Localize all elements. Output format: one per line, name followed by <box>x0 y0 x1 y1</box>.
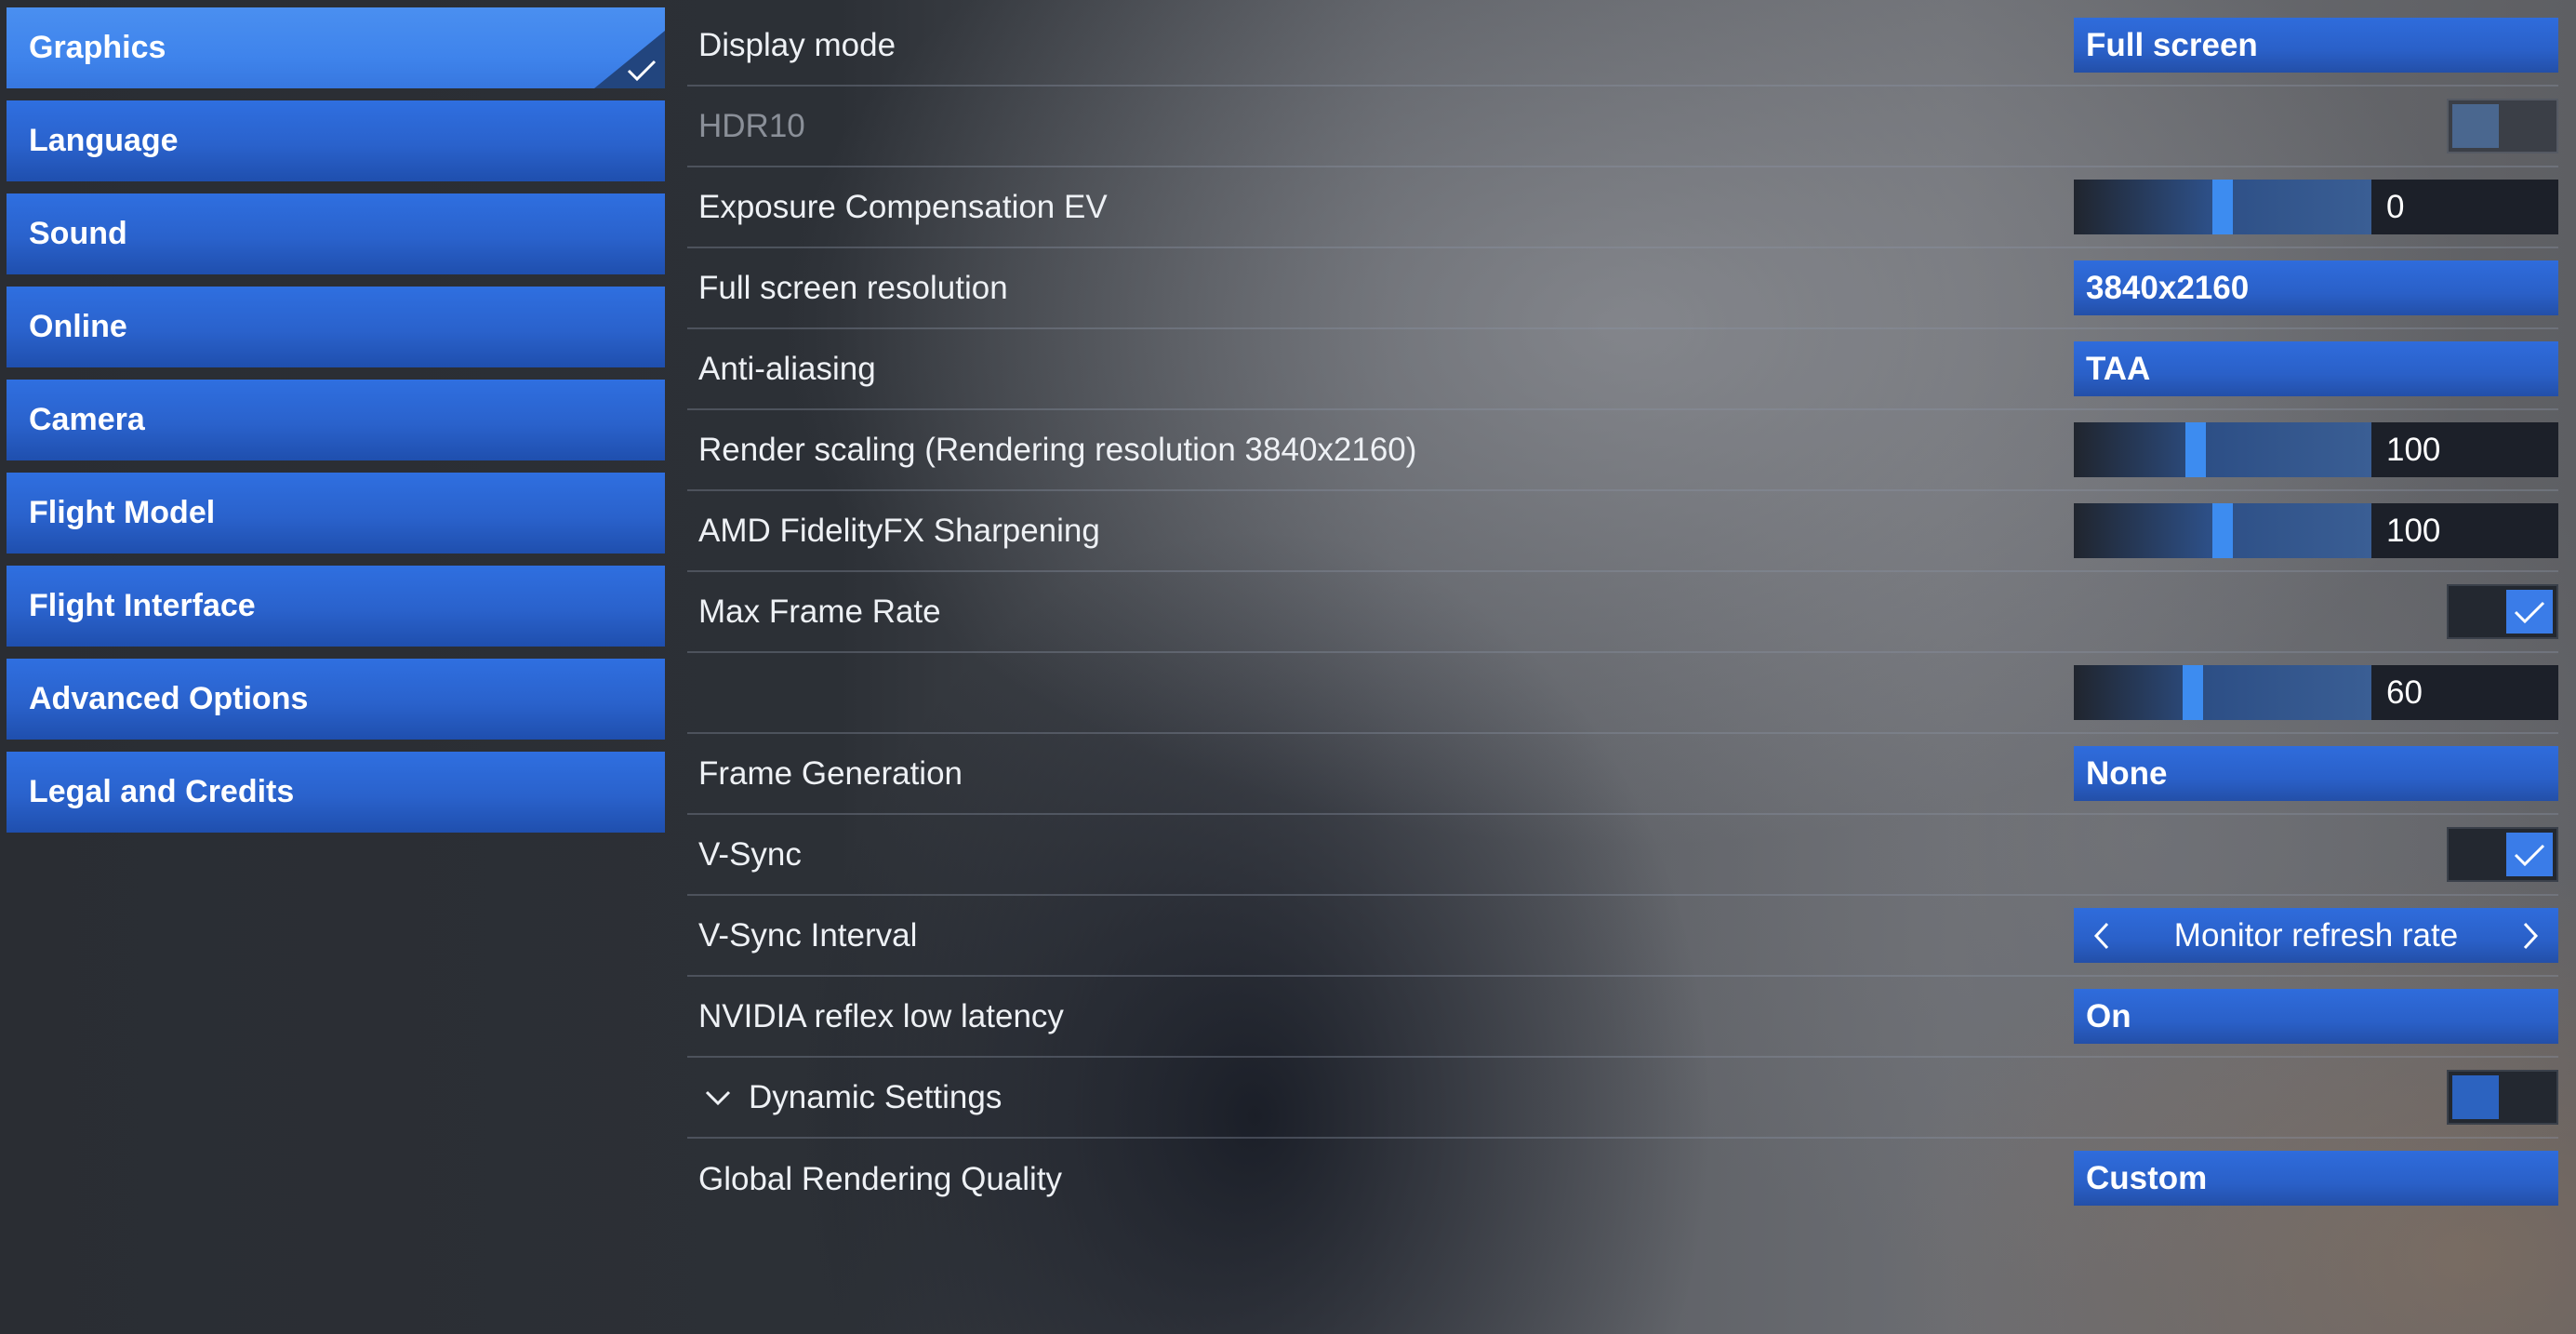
slider-track[interactable] <box>2074 180 2371 234</box>
slider-track[interactable] <box>2074 665 2371 720</box>
graphics-settings-list: Display mode Full screen HDR10 Exposure … <box>687 6 2558 1220</box>
toggle-knob <box>2506 833 2553 876</box>
setting-label: V-Sync Interval <box>698 916 918 954</box>
setting-label: Display mode <box>698 26 896 63</box>
slider-thumb[interactable] <box>2212 503 2233 558</box>
toggle-knob <box>2452 104 2499 148</box>
vsync-checkbox[interactable] <box>2447 827 2558 882</box>
setting-row-display-mode: Display mode Full screen <box>687 6 2558 87</box>
slider-thumb[interactable] <box>2212 180 2233 234</box>
toggle-knob <box>2506 590 2553 634</box>
sidebar-item-online[interactable]: Online <box>7 287 665 367</box>
sidebar-item-flight-model[interactable]: Flight Model <box>7 473 665 554</box>
sidebar-item-label: Legal and Credits <box>29 774 295 809</box>
setting-row-resolution: Full screen resolution 3840x2160 <box>687 248 2558 329</box>
sidebar-item-label: Sound <box>29 216 127 251</box>
select-value: 3840x2160 <box>2086 269 2250 306</box>
setting-row-reflex: NVIDIA reflex low latency On <box>687 977 2558 1058</box>
setting-label: HDR10 <box>698 107 805 144</box>
sidebar-item-advanced-options[interactable]: Advanced Options <box>7 659 665 740</box>
setting-label: Global Rendering Quality <box>698 1160 1063 1197</box>
sidebar-item-sound[interactable]: Sound <box>7 193 665 274</box>
reflex-select[interactable]: On <box>2074 989 2558 1044</box>
checkmark-icon <box>627 60 657 82</box>
anti-aliasing-select[interactable]: TAA <box>2074 341 2558 396</box>
display-mode-select[interactable]: Full screen <box>2074 18 2558 73</box>
sidebar-item-label: Online <box>29 309 127 344</box>
sidebar-item-flight-interface[interactable]: Flight Interface <box>7 566 665 647</box>
setting-label: Anti-aliasing <box>698 350 876 387</box>
sidebar-item-camera[interactable]: Camera <box>7 380 665 460</box>
setting-label: AMD FidelityFX Sharpening <box>698 512 1100 549</box>
setting-row-frame-generation: Frame Generation None <box>687 734 2558 815</box>
setting-label: Max Frame Rate <box>698 593 941 630</box>
sidebar-item-label: Flight Model <box>29 495 216 530</box>
stepper-value: Monitor refresh rate <box>2173 916 2459 954</box>
sidebar-item-label: Graphics <box>29 30 166 65</box>
frame-generation-select[interactable]: None <box>2074 746 2558 801</box>
slider-value[interactable]: 60 <box>2371 665 2558 720</box>
setting-label: Render scaling (Rendering resolution 384… <box>698 431 1417 468</box>
sidebar-item-graphics[interactable]: Graphics <box>7 7 665 88</box>
chevron-left-icon[interactable] <box>2074 908 2130 963</box>
slider-value[interactable]: 100 <box>2371 503 2558 558</box>
slider-value[interactable]: 0 <box>2371 180 2558 234</box>
setting-label: Full screen resolution <box>698 269 1008 306</box>
select-value: None <box>2086 754 2168 792</box>
exposure-slider: 0 <box>2074 180 2558 234</box>
setting-row-vsync: V-Sync <box>687 815 2558 896</box>
dynamic-settings-expander[interactable]: Dynamic Settings <box>704 1079 1002 1116</box>
sidebar-item-language[interactable]: Language <box>7 100 665 181</box>
setting-label: V-Sync <box>698 835 802 873</box>
sidebar-item-label: Flight Interface <box>29 588 256 623</box>
setting-row-hdr10: HDR10 <box>687 87 2558 167</box>
setting-label: Exposure Compensation EV <box>698 188 1108 225</box>
setting-label: NVIDIA reflex low latency <box>698 997 1064 1034</box>
global-quality-select[interactable]: Custom <box>2074 1151 2558 1206</box>
checkmark-icon <box>2514 844 2545 866</box>
setting-row-anti-aliasing: Anti-aliasing TAA <box>687 329 2558 410</box>
slider-value[interactable]: 100 <box>2371 422 2558 477</box>
sidebar-item-label: Advanced Options <box>29 681 309 716</box>
setting-row-vsync-interval: V-Sync Interval Monitor refresh rate <box>687 896 2558 977</box>
slider-track[interactable] <box>2074 422 2371 477</box>
select-value: Full screen <box>2086 26 2258 63</box>
setting-row-max-frame-rate: Max Frame Rate <box>687 572 2558 653</box>
chevron-right-icon[interactable] <box>2503 908 2558 963</box>
sidebar-item-legal-and-credits[interactable]: Legal and Credits <box>7 752 665 833</box>
vsync-interval-stepper: Monitor refresh rate <box>2074 908 2558 963</box>
setting-row-dynamic-settings: Dynamic Settings <box>687 1058 2558 1139</box>
sharpening-slider: 100 <box>2074 503 2558 558</box>
slider-track[interactable] <box>2074 503 2371 558</box>
dynamic-settings-toggle[interactable] <box>2447 1070 2558 1125</box>
slider-thumb[interactable] <box>2183 665 2203 720</box>
setting-row-frame-rate-limit: 60 <box>687 653 2558 734</box>
setting-label: Dynamic Settings <box>749 1078 1003 1115</box>
chevron-down-icon <box>705 1090 731 1105</box>
frame-rate-limit-slider: 60 <box>2074 665 2558 720</box>
select-value: Custom <box>2086 1159 2208 1196</box>
setting-row-sharpening: AMD FidelityFX Sharpening 100 <box>687 491 2558 572</box>
setting-row-exposure: Exposure Compensation EV 0 <box>687 167 2558 248</box>
setting-label: Frame Generation <box>698 754 963 792</box>
setting-row-global-quality: Global Rendering Quality Custom <box>687 1139 2558 1220</box>
max-frame-rate-checkbox[interactable] <box>2447 584 2558 639</box>
toggle-knob <box>2452 1075 2499 1119</box>
checkmark-icon <box>2514 601 2545 623</box>
resolution-select[interactable]: 3840x2160 <box>2074 260 2558 315</box>
sidebar-item-label: Language <box>29 123 179 158</box>
sidebar-item-label: Camera <box>29 402 145 437</box>
slider-thumb[interactable] <box>2185 422 2207 477</box>
select-value: On <box>2086 997 2131 1034</box>
settings-sidebar: Graphics Language Sound Online Camera Fl… <box>7 7 665 845</box>
select-value: TAA <box>2086 350 2151 387</box>
setting-row-render-scaling: Render scaling (Rendering resolution 384… <box>687 410 2558 491</box>
selected-indicator <box>594 31 665 88</box>
hdr10-toggle[interactable] <box>2447 99 2558 153</box>
render-scaling-slider: 100 <box>2074 422 2558 477</box>
